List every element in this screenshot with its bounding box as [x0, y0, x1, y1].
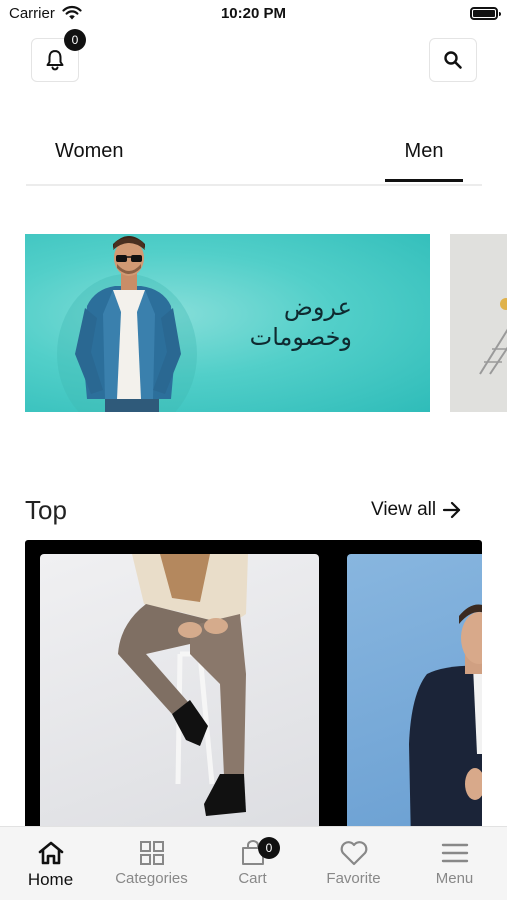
notification-badge: 0 — [64, 29, 86, 51]
section-title: Top — [25, 495, 67, 525]
nav-label-menu: Menu — [435, 870, 474, 887]
product-image — [409, 604, 482, 830]
battery-icon — [470, 7, 501, 20]
bell-icon — [46, 50, 64, 71]
tab-women[interactable]: Women — [55, 140, 124, 179]
nav-cart[interactable]: 0 Cart — [202, 827, 303, 900]
next-banner-image — [479, 298, 507, 375]
banner-text-line2: وخصومات — [249, 323, 352, 351]
nav-home[interactable]: Home — [0, 827, 101, 900]
tab-men[interactable]: Men — [385, 140, 463, 182]
gender-tabs: Women Men — [26, 138, 482, 186]
nav-label-favorite: Favorite — [326, 870, 381, 887]
notifications-button[interactable]: 0 — [31, 29, 86, 82]
banner-carousel[interactable]: عروض وخصومات — [25, 234, 507, 412]
nav-label-cart: Cart — [238, 870, 267, 887]
heart-icon — [340, 841, 367, 866]
nav-label-home: Home — [27, 870, 74, 889]
nav-menu[interactable]: Menu — [404, 827, 505, 900]
grid-icon — [139, 841, 164, 865]
bottom-navigation: Home Categories 0 Cart Favorite Menu — [0, 826, 507, 900]
menu-icon — [441, 843, 468, 863]
clock: 10:20 PM — [220, 5, 287, 22]
nav-favorite[interactable]: Favorite — [303, 827, 404, 900]
nav-categories[interactable]: Categories — [101, 827, 202, 900]
cart-badge: 0 — [258, 837, 280, 859]
promo-banner[interactable]: عروض وخصومات — [25, 234, 430, 412]
banner-model-image — [57, 236, 197, 412]
status-bar: Carrier 10:20 PM — [0, 0, 507, 28]
banner-text: عروض وخصومات — [250, 292, 352, 352]
next-banner[interactable] — [450, 234, 507, 412]
product-image — [118, 554, 248, 816]
product-carousel[interactable] — [25, 540, 482, 830]
search-button[interactable] — [429, 38, 477, 82]
banner-text-line1: عروض — [283, 293, 352, 321]
view-all-link[interactable]: View all — [371, 499, 462, 521]
view-all-label: View all — [371, 499, 437, 520]
arrow-right-icon — [443, 501, 461, 519]
product-card[interactable] — [40, 554, 319, 830]
product-card[interactable] — [347, 554, 482, 830]
home-icon — [38, 841, 63, 865]
search-icon — [444, 51, 462, 69]
nav-label-categories: Categories — [115, 870, 188, 887]
